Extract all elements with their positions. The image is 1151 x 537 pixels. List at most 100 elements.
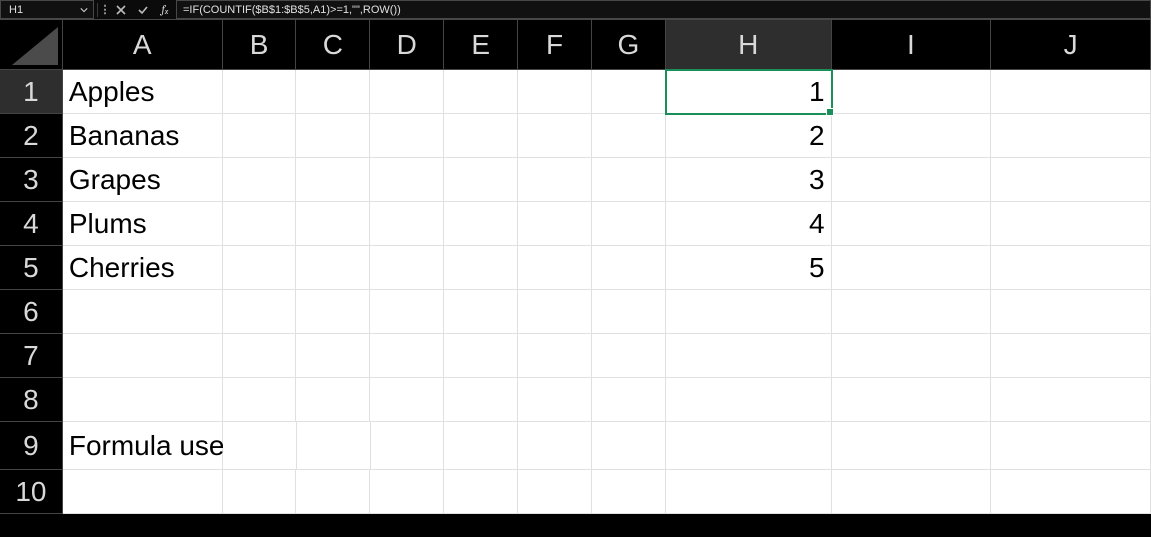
cell-H1[interactable]: 1 bbox=[666, 70, 832, 114]
fx-icon[interactable]: fx bbox=[154, 0, 176, 19]
cell-I4[interactable] bbox=[832, 202, 992, 246]
cell-E9[interactable] bbox=[444, 422, 518, 470]
cell-C2[interactable] bbox=[296, 114, 370, 158]
cell-D4[interactable] bbox=[370, 202, 444, 246]
cell-H10[interactable] bbox=[666, 470, 832, 514]
cell-C10[interactable] bbox=[296, 470, 370, 514]
cell-A7[interactable] bbox=[63, 334, 223, 378]
cell-E2[interactable] bbox=[444, 114, 518, 158]
column-header-B[interactable]: B bbox=[223, 20, 297, 70]
cell-B5[interactable] bbox=[223, 246, 297, 290]
column-header-H[interactable]: H bbox=[666, 20, 832, 70]
cell-J6[interactable] bbox=[991, 290, 1151, 334]
cell-I6[interactable] bbox=[832, 290, 992, 334]
cell-A1[interactable]: Apples bbox=[63, 70, 223, 114]
cell-C1[interactable] bbox=[296, 70, 370, 114]
cell-C5[interactable] bbox=[296, 246, 370, 290]
cell-B8[interactable] bbox=[223, 378, 297, 422]
cell-G4[interactable] bbox=[592, 202, 666, 246]
cell-H9[interactable] bbox=[666, 422, 832, 470]
cell-I3[interactable] bbox=[832, 158, 992, 202]
cell-G8[interactable] bbox=[592, 378, 666, 422]
cell-I5[interactable] bbox=[832, 246, 992, 290]
cell-H7[interactable] bbox=[666, 334, 832, 378]
cell-B10[interactable] bbox=[223, 470, 297, 514]
cell-D1[interactable] bbox=[370, 70, 444, 114]
row-header-4[interactable]: 4 bbox=[0, 202, 63, 246]
select-all-corner[interactable] bbox=[0, 20, 63, 70]
row-header-1[interactable]: 1 bbox=[0, 70, 63, 114]
cell-H3[interactable]: 3 bbox=[666, 158, 832, 202]
column-header-F[interactable]: F bbox=[518, 20, 592, 70]
cell-A10[interactable] bbox=[63, 470, 223, 514]
cell-F9[interactable] bbox=[518, 422, 592, 470]
cell-E3[interactable] bbox=[444, 158, 518, 202]
cell-E4[interactable] bbox=[444, 202, 518, 246]
row-header-5[interactable]: 5 bbox=[0, 246, 63, 290]
cell-A2[interactable]: Bananas bbox=[63, 114, 223, 158]
cell-J10[interactable] bbox=[991, 470, 1151, 514]
cell-C6[interactable] bbox=[296, 290, 370, 334]
cell-J8[interactable] bbox=[991, 378, 1151, 422]
row-header-2[interactable]: 2 bbox=[0, 114, 63, 158]
cell-F7[interactable] bbox=[518, 334, 592, 378]
cell-B4[interactable] bbox=[223, 202, 297, 246]
cell-J2[interactable] bbox=[991, 114, 1151, 158]
row-header-3[interactable]: 3 bbox=[0, 158, 63, 202]
row-header-6[interactable]: 6 bbox=[0, 290, 63, 334]
cell-A6[interactable] bbox=[63, 290, 223, 334]
cell-C3[interactable] bbox=[296, 158, 370, 202]
cell-C7[interactable] bbox=[296, 334, 370, 378]
row-header-9[interactable]: 9 bbox=[0, 422, 63, 470]
cell-B9[interactable] bbox=[223, 422, 297, 470]
cell-C8[interactable] bbox=[296, 378, 370, 422]
cell-B3[interactable] bbox=[223, 158, 297, 202]
cell-F4[interactable] bbox=[518, 202, 592, 246]
row-header-10[interactable]: 10 bbox=[0, 470, 63, 514]
cell-H8[interactable] bbox=[666, 378, 832, 422]
row-header-8[interactable]: 8 bbox=[0, 378, 63, 422]
cell-A4[interactable]: Plums bbox=[63, 202, 223, 246]
cell-B2[interactable] bbox=[223, 114, 297, 158]
cell-E6[interactable] bbox=[444, 290, 518, 334]
cell-F1[interactable] bbox=[518, 70, 592, 114]
cell-J1[interactable] bbox=[991, 70, 1151, 114]
cell-D10[interactable] bbox=[370, 470, 444, 514]
formula-input[interactable]: =IF(COUNTIF($B$1:$B$5,A1)>=1,"",ROW()) bbox=[176, 0, 1151, 19]
cell-G9[interactable] bbox=[592, 422, 666, 470]
cell-D2[interactable] bbox=[370, 114, 444, 158]
cell-G6[interactable] bbox=[592, 290, 666, 334]
cell-E1[interactable] bbox=[444, 70, 518, 114]
cell-I9[interactable] bbox=[832, 422, 992, 470]
cell-A8[interactable] bbox=[63, 378, 223, 422]
accept-formula-button[interactable] bbox=[132, 0, 154, 19]
cell-G7[interactable] bbox=[592, 334, 666, 378]
cell-A5[interactable]: Cherries bbox=[63, 246, 223, 290]
cell-J9[interactable] bbox=[991, 422, 1151, 470]
cell-E5[interactable] bbox=[444, 246, 518, 290]
cell-F6[interactable] bbox=[518, 290, 592, 334]
cell-A3[interactable]: Grapes bbox=[63, 158, 223, 202]
cell-B7[interactable] bbox=[223, 334, 297, 378]
cell-H5[interactable]: 5 bbox=[666, 246, 832, 290]
cell-C4[interactable] bbox=[296, 202, 370, 246]
cell-F10[interactable] bbox=[518, 470, 592, 514]
cell-E10[interactable] bbox=[444, 470, 518, 514]
name-box[interactable]: H1 bbox=[0, 0, 94, 19]
cell-J5[interactable] bbox=[991, 246, 1151, 290]
cell-G1[interactable] bbox=[592, 70, 666, 114]
cell-D8[interactable] bbox=[370, 378, 444, 422]
column-header-I[interactable]: I bbox=[832, 20, 992, 70]
column-header-A[interactable]: A bbox=[63, 20, 223, 70]
column-header-C[interactable]: C bbox=[296, 20, 370, 70]
cell-D6[interactable] bbox=[370, 290, 444, 334]
cell-A9[interactable]: Formula used in cell H1 =IF(COUNTIF($B$1… bbox=[63, 422, 223, 470]
cell-F5[interactable] bbox=[518, 246, 592, 290]
column-header-G[interactable]: G bbox=[592, 20, 666, 70]
cell-C9[interactable] bbox=[297, 422, 371, 470]
cell-E7[interactable] bbox=[444, 334, 518, 378]
cell-B1[interactable] bbox=[223, 70, 297, 114]
cell-B6[interactable] bbox=[223, 290, 297, 334]
drag-handle-icon[interactable]: ⋮ bbox=[100, 0, 110, 19]
cell-J4[interactable] bbox=[991, 202, 1151, 246]
